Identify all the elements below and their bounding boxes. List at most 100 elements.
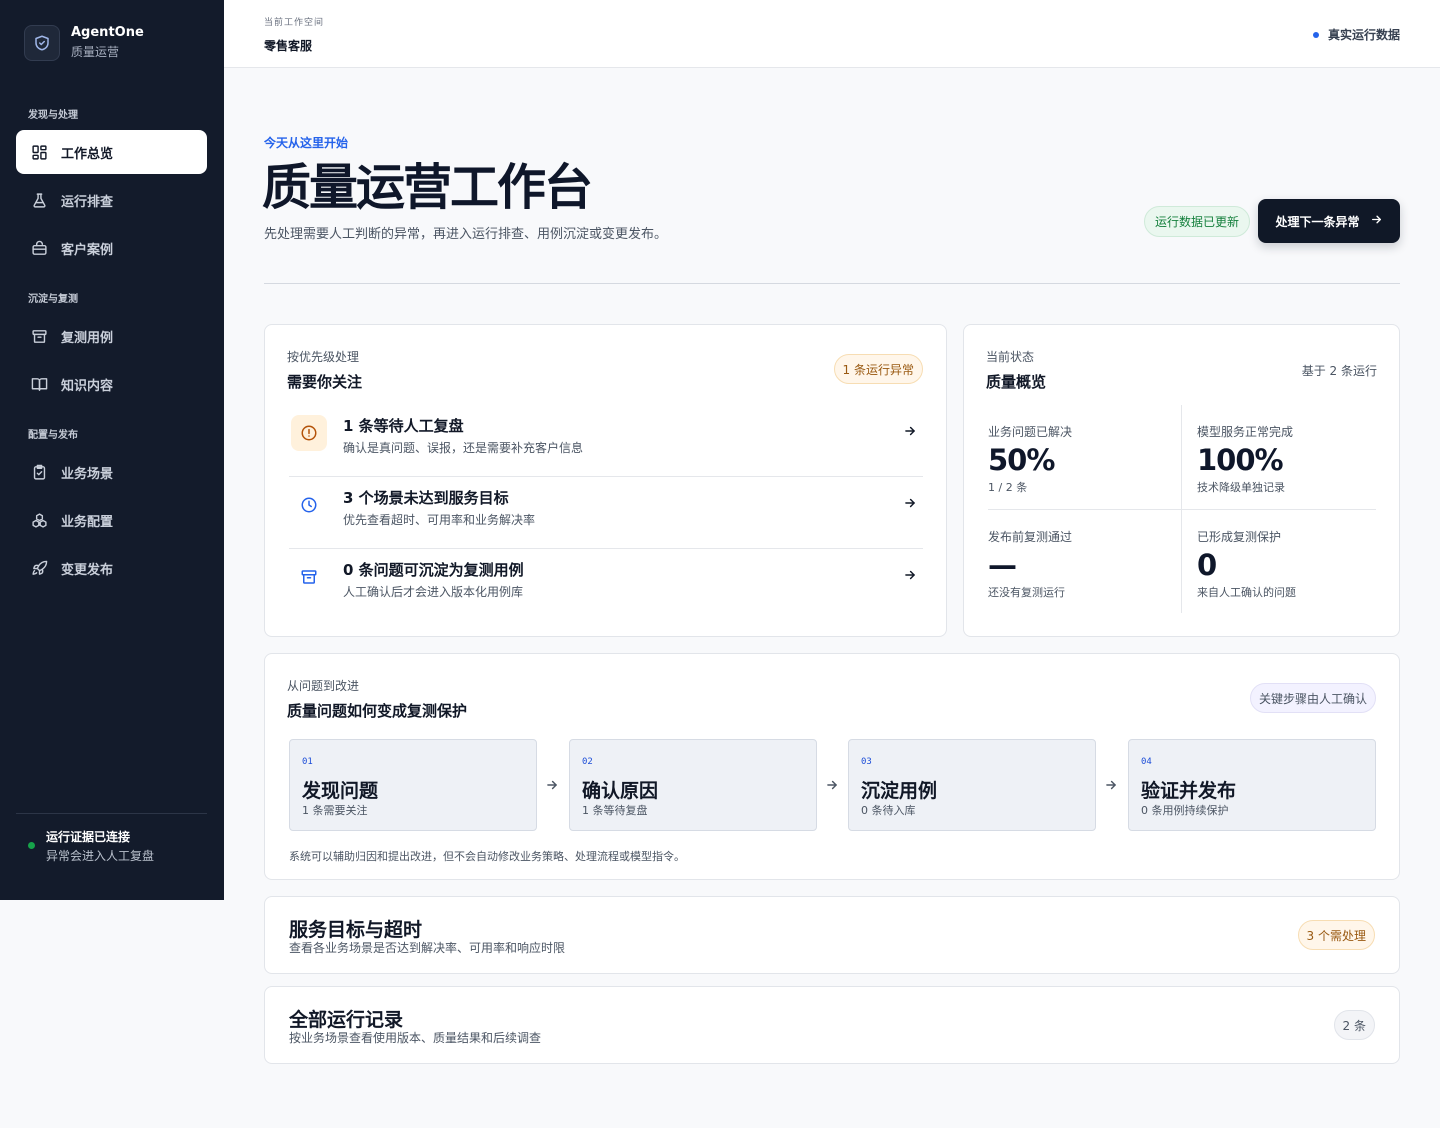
live-dot xyxy=(1312,31,1319,38)
sidebar-item-label: 业务配置 xyxy=(61,514,114,530)
step-number: 03 xyxy=(861,757,872,767)
flow-step-discover[interactable]: 01 发现问题 1 条需要关注 xyxy=(289,739,537,831)
hero-description: 先处理需要人工判断的异常，再进入运行排查、用例沉淀或变更发布。 xyxy=(264,227,668,242)
alert-circle-icon xyxy=(291,415,327,451)
metric-label: 模型服务正常完成 xyxy=(1197,425,1294,439)
brand-name: AgentOne xyxy=(71,25,144,40)
arrow-right-icon xyxy=(825,777,841,793)
metric-retest-protection: 已形成复测保护 0 来自人工确认的问题 xyxy=(1197,510,1391,614)
attention-kicker: 按优先级处理 xyxy=(287,350,360,364)
manual-confirm-badge: 关键步骤由人工确认 xyxy=(1249,683,1376,713)
task-title: 0 条问题可沉淀为复测用例 xyxy=(343,561,524,579)
metric-sub: 还没有复测运行 xyxy=(988,586,1065,599)
flow-kicker: 从问题到改进 xyxy=(287,679,360,693)
dashboard-icon xyxy=(30,143,48,161)
sidebar-item-business-scenarios[interactable]: 业务场景 xyxy=(16,450,207,494)
rocket-icon xyxy=(30,559,48,577)
quality-overview-card: 当前状态 质量概览 基于 2 条运行 业务问题已解决 50% 1 / 2 条 模… xyxy=(963,324,1400,637)
sidebar-item-business-config[interactable]: 业务配置 xyxy=(16,498,207,542)
attention-task[interactable]: 1 条等待人工复盘 确认是真问题、误报，还是需要补充客户信息 xyxy=(289,405,923,477)
run-records-card[interactable]: 全部运行记录 按业务场景查看使用版本、质量结果和后续调查 2 条 xyxy=(264,986,1400,1064)
metric-value: — xyxy=(988,548,1017,582)
data-updated-badge: 运行数据已更新 xyxy=(1144,206,1251,237)
sidebar-item-label: 复测用例 xyxy=(61,330,114,346)
arrow-right-icon xyxy=(903,495,917,514)
attention-task[interactable]: 0 条问题可沉淀为复测用例 人工确认后才会进入版本化用例库 xyxy=(289,549,923,621)
briefcase-icon xyxy=(30,239,48,257)
metric-value: 50% xyxy=(988,443,1055,477)
metric-resolved: 业务问题已解决 50% 1 / 2 条 xyxy=(988,405,1182,509)
sidebar-item-overview[interactable]: 工作总览 xyxy=(16,130,207,174)
nav-section-config: 配置与发布 xyxy=(28,430,78,441)
page-title: 质量运营工作台 xyxy=(262,159,593,216)
task-subtitle: 人工确认后才会进入版本化用例库 xyxy=(343,585,524,599)
arrow-right-icon xyxy=(545,777,561,793)
archive-icon xyxy=(30,327,48,345)
flow-note: 系统可以辅助归因和提出改进，但不会自动修改业务策略、处理流程或模型指令。 xyxy=(289,850,685,863)
step-number: 02 xyxy=(582,757,593,767)
sidebar: AgentOne 质量运营 发现与处理 工作总览 运行排查 客户案例 沉淀与复测… xyxy=(0,0,224,900)
step-subtitle: 0 条用例持续保护 xyxy=(1141,804,1229,817)
step-subtitle: 0 条待入库 xyxy=(861,804,916,817)
status-dot xyxy=(28,842,35,849)
sidebar-item-customer-cases[interactable]: 客户案例 xyxy=(16,226,207,270)
arrow-right-icon xyxy=(903,567,917,586)
step-title: 发现问题 xyxy=(302,780,379,802)
flow-step-verify[interactable]: 04 验证并发布 0 条用例持续保护 xyxy=(1128,739,1376,831)
metric-sub: 来自人工确认的问题 xyxy=(1197,586,1296,599)
sidebar-item-retest-cases[interactable]: 复测用例 xyxy=(16,314,207,358)
hero-eyebrow: 今天从这里开始 xyxy=(264,136,349,150)
sla-badge: 3 个需处理 xyxy=(1297,920,1375,950)
task-subtitle: 确认是真问题、误报，还是需要补充客户信息 xyxy=(343,441,584,455)
connection-status-title: 运行证据已连接 xyxy=(46,830,131,844)
runs-count-badge: 2 条 xyxy=(1333,1010,1375,1040)
metric-label: 业务问题已解决 xyxy=(988,425,1073,439)
sidebar-item-label: 运行排查 xyxy=(61,194,114,210)
attention-task[interactable]: 3 个场景未达到服务目标 优先查看超时、可用率和业务解决率 xyxy=(289,477,923,549)
flow-step-case[interactable]: 03 沉淀用例 0 条待入库 xyxy=(848,739,1096,831)
connection-status: 运行证据已连接 异常会进入人工复盘 xyxy=(16,813,207,866)
sidebar-item-run-investigation[interactable]: 运行排查 xyxy=(16,178,207,222)
metric-label: 发布前复测通过 xyxy=(988,530,1073,544)
sla-card[interactable]: 服务目标与超时 查看各业务场景是否达到解决率、可用率和响应时限 3 个需处理 xyxy=(264,896,1400,974)
metric-sub: 1 / 2 条 xyxy=(988,481,1028,494)
live-data-label: 真实运行数据 xyxy=(1327,28,1400,42)
overview-title: 质量概览 xyxy=(986,373,1047,391)
metric-value: 0 xyxy=(1197,548,1217,582)
sidebar-item-label: 变更发布 xyxy=(61,562,114,578)
workspace-name[interactable]: 零售客服 xyxy=(264,37,312,54)
step-subtitle: 1 条等待复盘 xyxy=(582,804,648,817)
connection-status-subtitle: 异常会进入人工复盘 xyxy=(46,849,155,863)
flask-icon xyxy=(30,191,48,209)
quality-flow-card: 从问题到改进 质量问题如何变成复测保护 关键步骤由人工确认 01 发现问题 1 … xyxy=(264,653,1400,880)
brand[interactable]: AgentOne 质量运营 xyxy=(24,24,144,61)
attention-title: 需要你关注 xyxy=(287,373,363,391)
runs-subtitle: 按业务场景查看使用版本、质量结果和后续调查 xyxy=(289,1031,542,1045)
metric-sub: 技术降级单独记录 xyxy=(1197,481,1285,494)
shield-check-icon xyxy=(24,24,60,61)
button-label: 处理下一条异常 xyxy=(1275,214,1360,229)
arrow-right-icon xyxy=(1104,777,1120,793)
runs-title: 全部运行记录 xyxy=(289,1009,404,1031)
boxes-icon xyxy=(30,511,48,529)
metric-model-ok: 模型服务正常完成 100% 技术降级单独记录 xyxy=(1197,405,1391,509)
handle-next-exception-button[interactable]: 处理下一条异常 xyxy=(1258,199,1400,243)
step-number: 01 xyxy=(302,757,313,767)
step-title: 确认原因 xyxy=(582,780,659,802)
sla-subtitle: 查看各业务场景是否达到解决率、可用率和响应时限 xyxy=(289,941,566,955)
overview-kicker: 当前状态 xyxy=(986,350,1035,364)
metric-retest-pass: 发布前复测通过 — 还没有复测运行 xyxy=(988,510,1182,614)
metric-value: 100% xyxy=(1197,443,1284,477)
live-data-indicator: 真实运行数据 xyxy=(1312,26,1400,43)
attention-card: 按优先级处理 需要你关注 1 条运行异常 1 条等待人工复盘 确认是真问题、误报… xyxy=(264,324,947,637)
sidebar-item-knowledge[interactable]: 知识内容 xyxy=(16,362,207,406)
task-title: 1 条等待人工复盘 xyxy=(343,417,464,435)
sidebar-item-change-release[interactable]: 变更发布 xyxy=(16,546,207,590)
flow-step-confirm[interactable]: 02 确认原因 1 条等待复盘 xyxy=(569,739,817,831)
arrow-right-icon xyxy=(1370,213,1383,229)
nav-section-retest: 沉淀与复测 xyxy=(28,294,78,305)
step-title: 沉淀用例 xyxy=(861,780,938,802)
sla-title: 服务目标与超时 xyxy=(289,919,423,941)
sidebar-item-label: 业务场景 xyxy=(61,466,114,482)
overview-basis: 基于 2 条运行 xyxy=(1301,364,1377,378)
